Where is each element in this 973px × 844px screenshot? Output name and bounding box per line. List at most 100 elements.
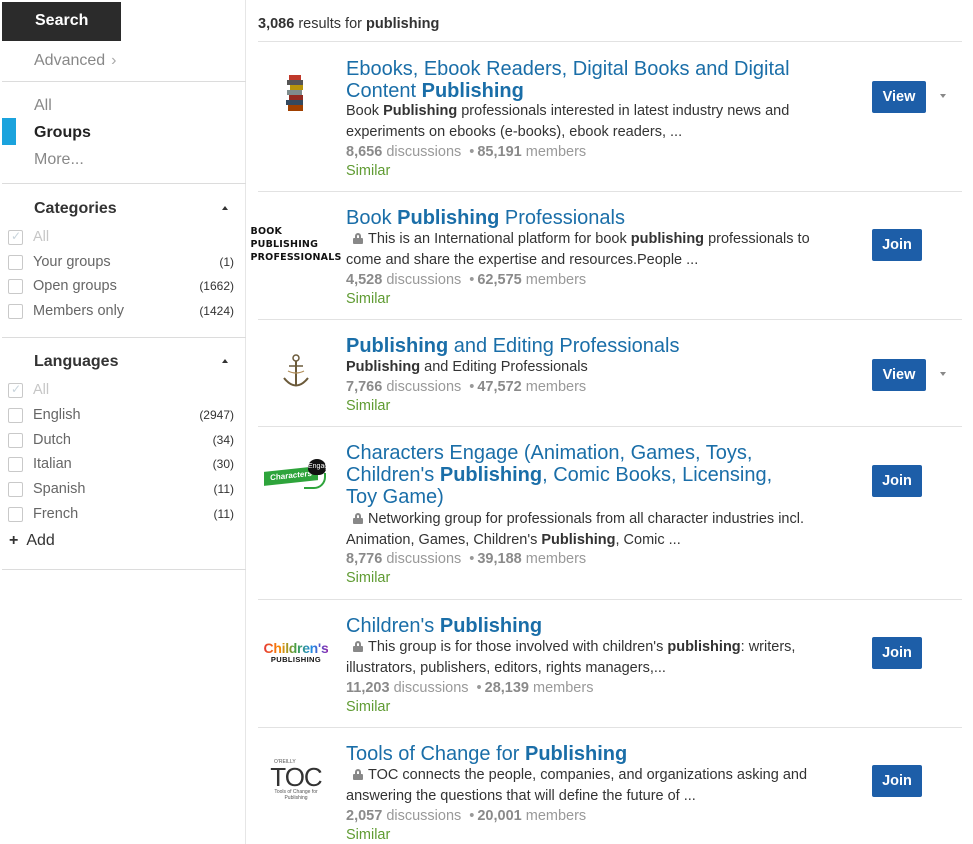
characters-engage-logo: Characters Engage	[264, 459, 332, 499]
facet-spanish[interactable]: Spanish (11)	[8, 481, 234, 499]
desc-text: and Editing Professionals	[420, 359, 588, 375]
discussions-count: 4,528	[346, 272, 383, 288]
group-logo[interactable]: BOOK PUBLISHING PROFESSIONALS	[251, 224, 342, 264]
lock-icon	[353, 233, 363, 244]
group-logo[interactable]: Children's PUBLISHING	[258, 632, 334, 672]
members-count: 47,572	[477, 379, 522, 395]
discussions-count: 2,057	[346, 808, 383, 824]
group-logo[interactable]	[258, 74, 334, 114]
chevron-down-icon[interactable]	[940, 372, 946, 376]
similar-link[interactable]: Similar	[346, 699, 390, 715]
group-title-link[interactable]: Ebooks, Ebook Readers, Digital Books and…	[346, 58, 806, 102]
checkbox[interactable]	[8, 279, 23, 294]
facet-members-only[interactable]: Members only (1424)	[8, 303, 234, 321]
collapse-categories-icon[interactable]	[222, 206, 228, 210]
add-language-button[interactable]: + Add	[9, 532, 55, 550]
chevron-right-icon: ›	[111, 52, 117, 69]
desc-text: This group is for those involved with ch…	[368, 639, 668, 655]
facet-label: Open groups	[33, 278, 117, 294]
checkbox[interactable]	[8, 255, 23, 270]
desc-text: This is an International platform for bo…	[368, 231, 631, 247]
facet-english[interactable]: English (2947)	[8, 407, 234, 425]
group-logo[interactable]	[258, 352, 334, 392]
facet-italian[interactable]: Italian (30)	[8, 456, 234, 474]
similar-link[interactable]: Similar	[346, 398, 390, 414]
logo-arc	[304, 473, 326, 489]
join-button[interactable]: Join	[872, 637, 922, 669]
group-title-link[interactable]: Children's Publishing	[346, 615, 806, 637]
anchor-icon	[283, 354, 309, 387]
similar-link[interactable]: Similar	[346, 827, 390, 843]
divider	[2, 569, 246, 570]
checkbox[interactable]	[8, 304, 23, 319]
group-stats: 7,766 discussions • 47,572 members	[346, 379, 586, 395]
title-text: Children's	[346, 615, 440, 637]
advanced-search-link[interactable]: Advanced ›	[34, 52, 117, 70]
group-stats: 11,203 discussions • 28,139 members	[346, 680, 593, 696]
group-title-link[interactable]: Publishing and Editing Professionals	[346, 335, 806, 357]
discussions-count: 7,766	[346, 379, 383, 395]
title-highlight: Publishing	[346, 335, 449, 357]
facet-count: (11)	[213, 507, 234, 521]
checkbox[interactable]	[8, 507, 23, 522]
group-title-link[interactable]: Book Publishing Professionals	[346, 207, 806, 229]
discussions-label: discussions	[389, 680, 469, 696]
similar-link[interactable]: Similar	[346, 291, 390, 307]
facet-language-all[interactable]: All	[8, 382, 234, 400]
group-description: Book Publishing professionals interested…	[346, 101, 816, 143]
checkbox[interactable]	[8, 433, 23, 448]
checkbox[interactable]	[8, 408, 23, 423]
toc-logo: O'REILLY TOC Tools of Change for Publish…	[268, 759, 324, 801]
childrens-publishing-logo: Children's PUBLISHING	[264, 641, 329, 664]
collapse-languages-icon[interactable]	[222, 359, 228, 363]
nav-groups[interactable]: Groups	[34, 124, 91, 142]
facet-count: (1424)	[199, 304, 234, 318]
facet-label: English	[33, 407, 81, 423]
title-highlight: Publishing	[525, 743, 628, 765]
group-result: Publishing and Editing Professionals Pub…	[258, 320, 962, 427]
group-logo[interactable]: O'REILLY TOC Tools of Change for Publish…	[258, 759, 334, 801]
title-text: Professionals	[499, 207, 625, 229]
discussions-label: discussions	[382, 144, 462, 160]
chevron-down-icon[interactable]	[940, 94, 946, 98]
group-logo[interactable]: Characters Engage	[258, 459, 334, 499]
facet-category-all[interactable]: All	[8, 229, 234, 247]
checkbox[interactable]	[8, 382, 23, 398]
join-button[interactable]: Join	[872, 229, 922, 261]
facet-your-groups[interactable]: Your groups (1)	[8, 254, 234, 272]
similar-link[interactable]: Similar	[346, 163, 390, 179]
join-button[interactable]: Join	[872, 465, 922, 497]
facet-dutch[interactable]: Dutch (34)	[8, 432, 234, 450]
title-highlight: Publishing	[439, 464, 543, 486]
facet-count: (34)	[212, 433, 234, 447]
separator: •	[469, 551, 475, 567]
facet-count: (11)	[213, 482, 234, 496]
search-tab[interactable]: Search	[2, 2, 121, 41]
group-title-link[interactable]: Tools of Change for Publishing	[346, 743, 806, 765]
sidebar: Search Advanced › All Groups More... Cate…	[0, 0, 246, 844]
desc-highlight: Publishing	[541, 532, 616, 548]
group-description: Networking group for professionals from …	[346, 509, 816, 551]
checkbox[interactable]	[8, 482, 23, 497]
title-text: and Editing Professionals	[448, 335, 680, 357]
join-button[interactable]: Join	[872, 765, 922, 797]
discussions-label: discussions	[382, 551, 462, 567]
facet-count: (1662)	[199, 279, 234, 293]
view-button[interactable]: View	[872, 359, 926, 391]
group-title-link[interactable]: Characters Engage (Animation, Games, Toy…	[346, 442, 786, 508]
advanced-label: Advanced	[34, 52, 106, 69]
facet-open-groups[interactable]: Open groups (1662)	[8, 278, 234, 296]
title-text: Ebooks, Ebook Readers, Digital Books and…	[346, 58, 790, 102]
desc-highlight: publishing	[630, 231, 705, 247]
checkbox[interactable]	[8, 229, 23, 245]
view-button[interactable]: View	[872, 81, 926, 113]
facet-french[interactable]: French (11)	[8, 506, 234, 524]
checkbox[interactable]	[8, 457, 23, 472]
discussions-count: 8,776	[346, 551, 383, 567]
nav-all[interactable]: All	[34, 97, 52, 115]
discussions-label: discussions	[382, 808, 462, 824]
members-count: 62,575	[477, 272, 522, 288]
active-indicator	[2, 118, 16, 145]
nav-more[interactable]: More...	[34, 151, 84, 169]
similar-link[interactable]: Similar	[346, 570, 390, 586]
